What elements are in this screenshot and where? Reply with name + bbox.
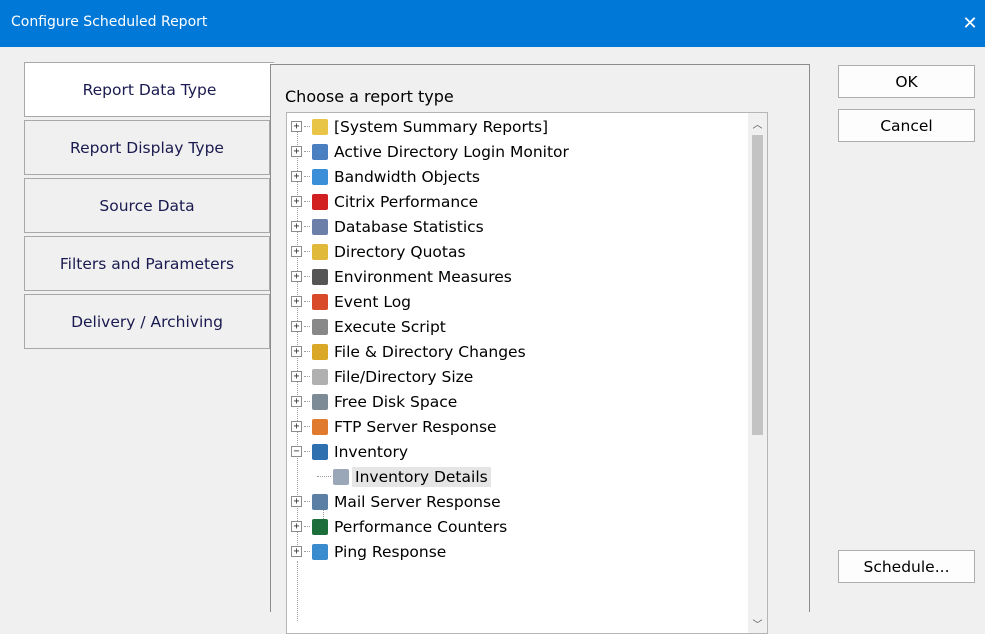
schedule-button[interactable]: Schedule... [838, 550, 975, 583]
tree-item[interactable]: + Bandwidth Objects [291, 164, 480, 189]
tree-item[interactable]: + Directory Quotas [291, 239, 466, 264]
cancel-button[interactable]: Cancel [838, 109, 975, 142]
expand-icon[interactable]: + [291, 146, 302, 157]
tree-item-label: Database Statistics [334, 217, 484, 236]
expand-icon[interactable]: + [291, 196, 302, 207]
ftp-icon [312, 418, 328, 435]
tree-scrollbar[interactable]: ︿ ﹀ [748, 113, 767, 633]
tree-item-label: Bandwidth Objects [334, 167, 481, 186]
tree-item[interactable]: + Performance Counters [291, 514, 507, 539]
tree-item-label: Inventory Details [352, 466, 491, 487]
tree-item-label: File/Directory Size [334, 367, 474, 386]
tree-item[interactable]: + Mail Server Response [291, 489, 501, 514]
tab-label: Report Display Type [70, 138, 224, 157]
tree-item[interactable]: + Execute Script [291, 314, 446, 339]
tab-report-display-type[interactable]: Report Display Type [24, 120, 270, 175]
tab-source-data[interactable]: Source Data [24, 178, 270, 233]
tree-item-label: Performance Counters [334, 517, 508, 536]
disk-icon [312, 393, 328, 410]
expand-icon[interactable]: + [291, 546, 302, 557]
tree-item[interactable]: + Active Directory Login Monitor [291, 139, 569, 164]
scroll-down-icon[interactable]: ﹀ [748, 613, 767, 633]
script-icon [312, 318, 328, 335]
file-icon [312, 368, 328, 385]
performance-icon [312, 518, 328, 535]
folder-icon [312, 118, 328, 135]
scroll-up-icon[interactable]: ︿ [748, 113, 767, 133]
tree-item-label: Free Disk Space [334, 392, 458, 411]
expand-icon[interactable]: + [291, 496, 302, 507]
inventory-icon [312, 443, 328, 460]
tree-item[interactable]: + FTP Server Response [291, 414, 497, 439]
tab-label: Delivery / Archiving [71, 312, 223, 331]
tree-item[interactable]: + Event Log [291, 289, 411, 314]
tab-label: Report Data Type [82, 80, 217, 99]
panel-heading: Choose a report type [285, 87, 454, 106]
tab-filters-and-parameters[interactable]: Filters and Parameters [24, 236, 270, 291]
expand-icon[interactable]: + [291, 121, 302, 132]
scroll-thumb[interactable] [752, 135, 763, 435]
tree-item-label: Ping Response [334, 542, 447, 561]
tab-label: Filters and Parameters [59, 254, 235, 273]
collapse-icon[interactable]: − [291, 446, 302, 457]
tree-item[interactable]: + File/Directory Size [291, 364, 473, 389]
title-bar: Configure Scheduled Report ✕ [0, 0, 985, 47]
tree-item[interactable]: + File & Directory Changes [291, 339, 526, 364]
tree-item-label: File & Directory Changes [334, 342, 526, 361]
directory-icon [312, 143, 328, 160]
report-type-panel: Choose a report type + [System Summary Re… [270, 64, 810, 634]
ping-icon [312, 543, 328, 560]
expand-icon[interactable]: + [291, 246, 302, 257]
tree-item-label: Mail Server Response [334, 492, 501, 511]
expand-icon[interactable]: + [291, 396, 302, 407]
network-icon [312, 168, 328, 185]
tree-item-label: Event Log [334, 292, 412, 311]
tree-item[interactable]: + [System Summary Reports] [291, 114, 548, 139]
tree-item-label: Inventory [334, 442, 409, 461]
expand-icon[interactable]: + [291, 296, 302, 307]
expand-icon[interactable]: + [291, 271, 302, 282]
expand-icon[interactable]: + [291, 346, 302, 357]
tree-item-label: [System Summary Reports] [334, 117, 549, 136]
tree-item[interactable]: + Free Disk Space [291, 389, 457, 414]
tree-child-item[interactable]: Inventory Details [317, 464, 491, 489]
expand-icon[interactable]: + [291, 421, 302, 432]
folder-icon [312, 243, 328, 260]
folder-change-icon [312, 343, 328, 360]
tab-delivery-archiving[interactable]: Delivery / Archiving [24, 294, 270, 349]
tree-item-label: Citrix Performance [334, 192, 479, 211]
citrix-icon [312, 193, 328, 210]
mail-server-icon [312, 493, 328, 510]
expand-icon[interactable]: + [291, 521, 302, 532]
tree-item-label: Directory Quotas [334, 242, 466, 261]
tree-item-label: FTP Server Response [334, 417, 497, 436]
tree-item[interactable]: + Citrix Performance [291, 189, 478, 214]
expand-icon[interactable]: + [291, 221, 302, 232]
database-icon [312, 218, 328, 235]
report-icon [333, 468, 349, 485]
tree-item-label: Environment Measures [334, 267, 512, 286]
ok-button[interactable]: OK [838, 65, 975, 98]
tree-item-label: Active Directory Login Monitor [334, 142, 569, 161]
tree-item[interactable]: + Database Statistics [291, 214, 484, 239]
window-title: Configure Scheduled Report [11, 14, 208, 30]
expand-icon[interactable]: + [291, 371, 302, 382]
event-log-icon [312, 293, 328, 310]
report-type-tree[interactable]: + [System Summary Reports] + Active Directo… [286, 112, 768, 634]
chart-icon [312, 268, 328, 285]
tree-item[interactable]: + Ping Response [291, 539, 446, 564]
tree-item[interactable]: − Inventory [291, 439, 408, 464]
tab-report-data-type[interactable]: Report Data Type [24, 62, 274, 117]
close-icon[interactable]: ✕ [955, 0, 985, 47]
expand-icon[interactable]: + [291, 321, 302, 332]
tab-label: Source Data [99, 196, 195, 215]
tree-item[interactable]: + Environment Measures [291, 264, 512, 289]
expand-icon[interactable]: + [291, 171, 302, 182]
tree-item-label: Execute Script [334, 317, 446, 336]
